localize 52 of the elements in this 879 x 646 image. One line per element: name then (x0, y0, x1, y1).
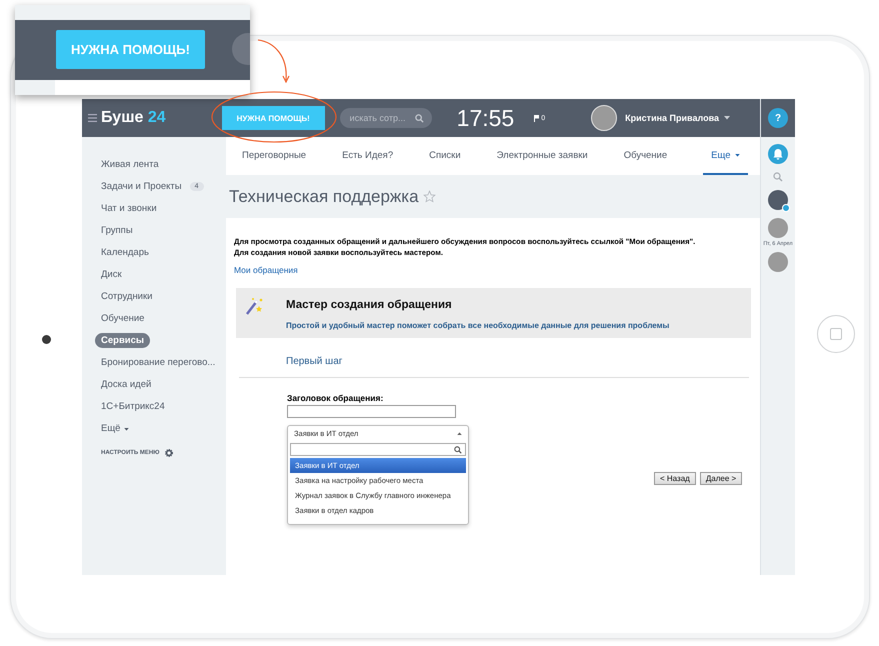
nav-tab[interactable]: Обучение (624, 137, 668, 175)
user-avatar[interactable] (768, 252, 788, 272)
sidebar-item[interactable]: Сервисы (95, 332, 150, 348)
clock-time: 17:55 (456, 104, 514, 132)
field-label: Заголовок обращения: (287, 393, 384, 403)
nav-tab[interactable]: Электронные заявки (496, 137, 588, 175)
user-avatar[interactable] (768, 218, 788, 238)
sidebar-item[interactable]: Календарь (95, 244, 155, 260)
wizard-subtitle: Простой и удобный мастер поможет собрать все необходимые данные для решения проблемы (286, 321, 670, 330)
magic-wand-icon (244, 296, 264, 316)
sidebar-item[interactable]: 1С+Битрикс24 (95, 398, 171, 414)
chat-avatar[interactable] (768, 190, 788, 210)
gear-icon[interactable] (165, 449, 174, 457)
title-input-field[interactable] (287, 405, 456, 418)
caret-icon[interactable] (124, 428, 130, 430)
wizard-nav-button[interactable]: Далее > (700, 472, 742, 485)
user-name[interactable]: Кристина Привалова (625, 113, 719, 123)
star-icon[interactable] (422, 190, 436, 203)
sidebar-item[interactable]: Доска идей (95, 376, 158, 392)
search-icon (414, 114, 424, 123)
bell-icon[interactable] (768, 144, 788, 164)
sidebar-item[interactable]: Бронирование перегово... (95, 354, 222, 370)
page-title: Техническая поддержка (229, 186, 419, 206)
more-menu-link[interactable]: Ещё (95, 420, 136, 436)
home-button[interactable] (817, 315, 855, 353)
step-title: Первый шаг (286, 356, 344, 367)
sidebar-item[interactable]: Чат и звонки (95, 200, 163, 216)
sidebar-item[interactable]: Сотрудники (95, 288, 158, 304)
wizard-nav-button[interactable]: < Назад (654, 472, 696, 485)
search-field[interactable]: искать сотр... (340, 108, 432, 128)
sidebar-item[interactable]: Обучение (95, 310, 150, 326)
nav-tab[interactable]: Еще (703, 137, 748, 175)
nav-tab[interactable]: Переговорные (242, 137, 306, 175)
dropdown-search-field[interactable] (290, 443, 466, 456)
logo[interactable]: Буше 24 (101, 109, 166, 127)
caret-icon[interactable] (724, 116, 730, 120)
menu-icon[interactable] (88, 114, 97, 122)
caret-icon[interactable] (734, 154, 740, 156)
sidebar-item[interactable]: Живая лента (95, 156, 165, 172)
camera-dot (42, 335, 51, 344)
search-icon[interactable] (773, 172, 783, 182)
sidebar-item[interactable]: Диск (95, 266, 128, 282)
wizard-title: Мастер создания обращения (286, 299, 453, 311)
sidebar-item[interactable]: Задачи и Проекты (95, 178, 188, 194)
sidebar-item[interactable]: Группы (95, 222, 139, 238)
my-requests-link[interactable]: Мои обращения (234, 265, 298, 275)
caret-icon[interactable] (457, 432, 462, 435)
nav-tab[interactable]: Есть Идея? (342, 137, 394, 175)
user-avatar[interactable] (591, 105, 618, 131)
search-icon (454, 446, 462, 454)
nav-tab[interactable]: Списки (429, 137, 461, 175)
flag-icon[interactable] (534, 114, 540, 122)
